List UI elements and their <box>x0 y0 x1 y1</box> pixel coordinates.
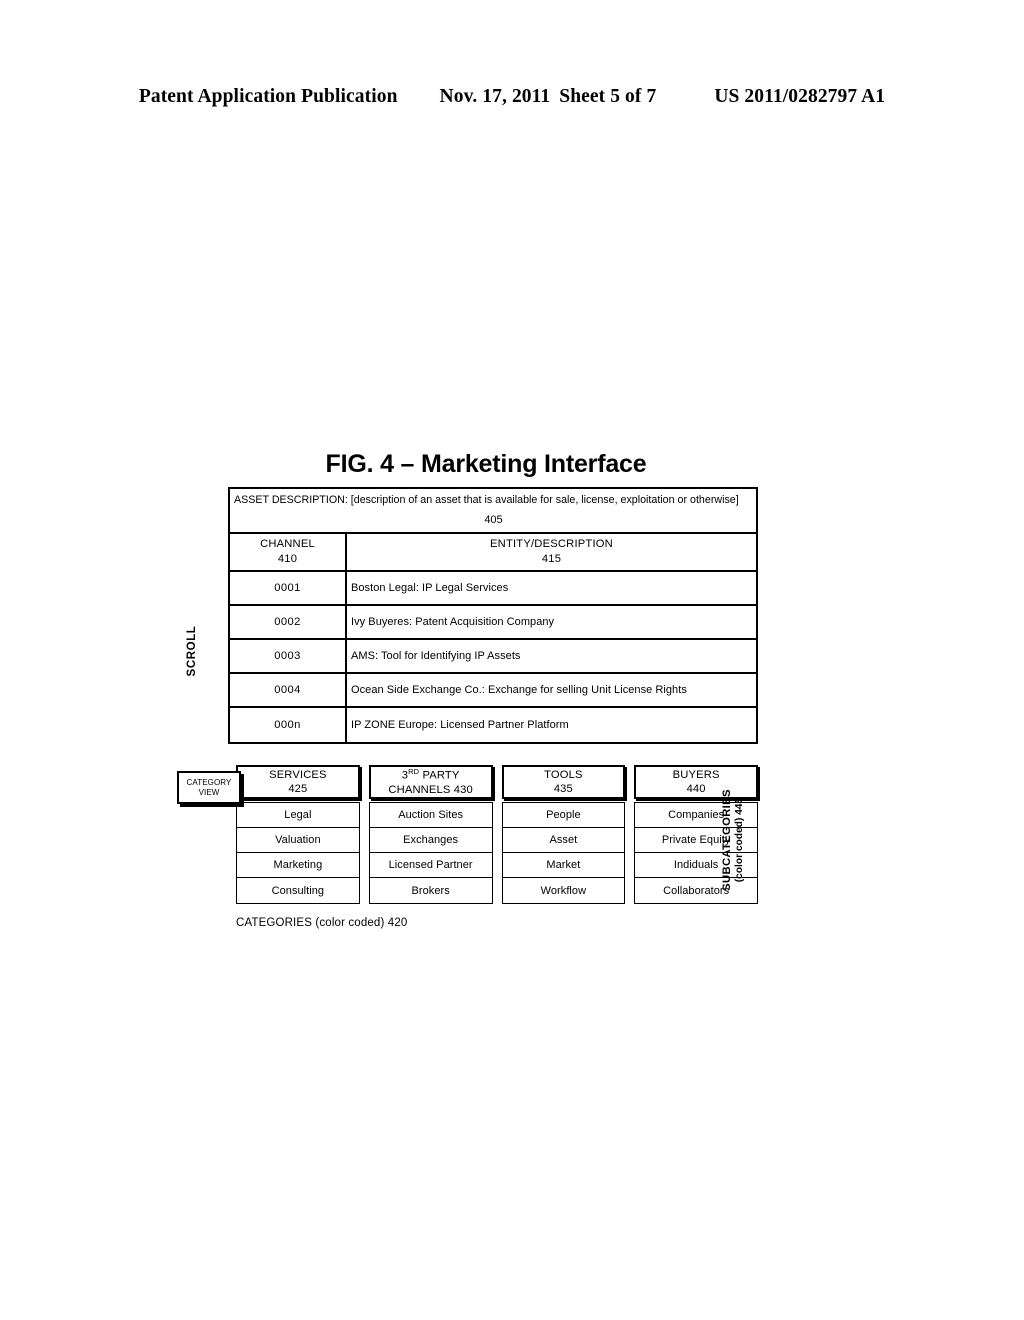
channel-header-label: CHANNEL <box>260 537 315 550</box>
table-row[interactable]: 0001 Boston Legal: IP Legal Services <box>230 571 756 606</box>
list-item[interactable]: Workflow <box>503 878 625 903</box>
table-row[interactable]: 0004 Ocean Side Exchange Co.: Exchange f… <box>230 673 756 708</box>
category-header-title: 3RD PARTY <box>402 767 460 783</box>
asset-description-text: ASSET DESCRIPTION: [description of an as… <box>234 494 739 506</box>
marketing-interface-table: ASSET DESCRIPTION: [description of an as… <box>228 487 758 744</box>
table-cell-entity: Boston Legal: IP Legal Services <box>347 572 756 604</box>
entity-column-header: ENTITY/DESCRIPTION 415 <box>347 534 756 570</box>
table-header-row: CHANNEL 410 ENTITY/DESCRIPTION 415 <box>230 533 756 572</box>
entity-value: AMS: Tool for Identifying IP Assets <box>351 649 521 662</box>
ordinal-suffix: RD <box>408 767 420 777</box>
table-cell-entity: Ivy Buyeres: Patent Acquisition Company <box>347 606 756 638</box>
table-cell-channel: 0002 <box>230 605 347 638</box>
category-view-line2: VIEW <box>198 787 220 797</box>
entity-header-label: ENTITY/DESCRIPTION <box>490 537 613 550</box>
table-cell-entity: AMS: Tool for Identifying IP Assets <box>347 640 756 672</box>
channel-value: 000n <box>274 718 301 731</box>
table-cell-channel: 0004 <box>230 673 347 706</box>
asset-description-panel: ASSET DESCRIPTION: [description of an as… <box>230 489 756 534</box>
category-header-title: BUYERS <box>672 769 720 781</box>
list-item[interactable]: Exchanges <box>369 828 492 853</box>
subcategories-label: SUBCATEGORIES (color coded) 445 <box>721 770 757 910</box>
subcategories-label-line2: (color coded) 445 <box>733 797 745 883</box>
subcategory-list-third-party-channels: Auction Sites Exchanges Licensed Partner… <box>368 802 493 904</box>
category-header-title-suffix: PARTY <box>419 769 460 782</box>
category-header-reference: 425 <box>288 783 308 795</box>
asset-description-reference: 405 <box>484 514 503 527</box>
channel-column-header: CHANNEL 410 <box>230 533 347 570</box>
table-cell-channel: 0001 <box>230 571 347 604</box>
list-item[interactable]: Asset <box>502 828 625 853</box>
list-item[interactable]: Valuation <box>237 828 359 853</box>
list-item[interactable]: Consulting <box>237 878 359 903</box>
entity-value: Ocean Side Exchange Co.: Exchange for se… <box>351 683 687 696</box>
table-cell-entity: Ocean Side Exchange Co.: Exchange for se… <box>347 674 756 706</box>
category-header-services[interactable]: SERVICES 425 <box>236 765 360 799</box>
category-header-reference: 440 <box>686 783 706 795</box>
channel-value: 0004 <box>274 683 301 696</box>
category-header-title: SERVICES <box>269 769 327 781</box>
category-header-third-party-channels[interactable]: 3RD PARTY CHANNELS 430 <box>368 765 493 799</box>
channel-value: 0003 <box>274 649 301 662</box>
category-column-third-party-channels: 3RD PARTY CHANNELS 430 Auction Sites Exc… <box>368 765 493 904</box>
table-row[interactable]: 0002 Ivy Buyeres: Patent Acquisition Com… <box>230 605 756 640</box>
list-item[interactable]: Brokers <box>370 878 492 903</box>
category-column-services: SERVICES 425 Legal Valuation Marketing C… <box>236 765 360 904</box>
subcategory-list-tools: People Asset Market Workflow <box>501 802 626 904</box>
subcategories-label-line1: SUBCATEGORIES <box>721 789 733 891</box>
list-item[interactable]: Market <box>502 853 625 878</box>
table-row[interactable]: 000n IP ZONE Europe: Licensed Partner Pl… <box>230 707 756 742</box>
table-cell-entity: IP ZONE Europe: Licensed Partner Platfor… <box>347 708 756 742</box>
list-item[interactable]: Legal <box>237 803 359 828</box>
figure-4-diagram: SCROLL ASSET DESCRIPTION: [description o… <box>0 0 1024 1320</box>
category-header-reference: CHANNELS 430 <box>388 783 473 796</box>
table-cell-channel: 000n <box>230 707 347 742</box>
category-header-reference: 435 <box>553 783 573 795</box>
entity-header-reference: 415 <box>541 552 562 565</box>
list-item[interactable]: People <box>502 803 625 828</box>
category-header-title: TOOLS <box>544 769 583 781</box>
channel-header-reference: 410 <box>277 552 298 565</box>
entity-value: IP ZONE Europe: Licensed Partner Platfor… <box>351 718 569 731</box>
table-cell-channel: 0003 <box>230 639 347 672</box>
list-item[interactable]: Licensed Partner <box>369 853 492 878</box>
category-column-tools: TOOLS 435 People Asset Market Workflow <box>501 765 626 904</box>
subcategory-list-services: Legal Valuation Marketing Consulting <box>236 802 360 904</box>
category-header-tools[interactable]: TOOLS 435 <box>501 765 626 799</box>
list-item[interactable]: Auction Sites <box>369 803 492 828</box>
channel-value: 0001 <box>274 581 301 594</box>
category-view-line1: CATEGORY <box>186 777 232 787</box>
entity-value: Ivy Buyeres: Patent Acquisition Company <box>351 615 555 628</box>
channel-value: 0002 <box>274 615 301 628</box>
entity-value: Boston Legal: IP Legal Services <box>351 581 509 594</box>
categories-caption: CATEGORIES (color coded) 420 <box>236 917 408 929</box>
scroll-label: SCROLL <box>186 625 198 677</box>
list-item[interactable]: Marketing <box>237 853 359 878</box>
category-columns: SERVICES 425 Legal Valuation Marketing C… <box>236 765 758 904</box>
category-view-callout[interactable]: CATEGORY VIEW <box>177 771 241 804</box>
table-row[interactable]: 0003 AMS: Tool for Identifying IP Assets <box>230 639 756 674</box>
